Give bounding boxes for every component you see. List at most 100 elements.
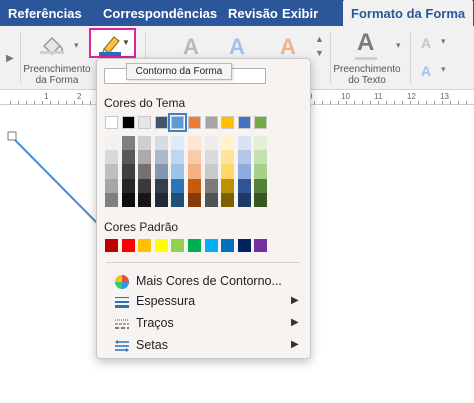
theme-shade-swatch[interactable] [138,150,152,165]
resize-handle[interactable] [7,131,17,141]
wordart-scroll-up-icon[interactable]: ▲ [315,34,324,44]
standard-color-swatch[interactable] [254,239,268,252]
ribbon-scroll-left-icon[interactable]: ▶ [6,53,14,64]
menu-item-label: Mais Cores de Contorno... [136,274,282,288]
theme-shade-swatch[interactable] [138,178,152,193]
text-outline-dropdown-icon[interactable]: ▾ [441,36,446,47]
theme-shade-swatch[interactable] [254,192,268,207]
theme-shade-swatch[interactable] [121,164,135,179]
theme-shade-swatch[interactable] [204,178,218,193]
tab-formato-da-forma[interactable]: Formato da Forma [343,0,474,26]
theme-shade-swatch[interactable] [237,164,251,179]
theme-shade-swatch[interactable] [204,150,218,165]
menu-item-setas[interactable]: Setas ▶ [96,335,311,357]
standard-color-swatch[interactable] [237,239,251,252]
theme-shade-swatch[interactable] [188,150,201,165]
theme-shade-swatch[interactable] [221,164,235,179]
theme-shade-swatch[interactable] [171,136,185,151]
theme-shade-swatch[interactable] [237,150,251,165]
theme-color-swatch[interactable] [204,116,218,129]
theme-shade-swatch[interactable] [221,136,235,151]
theme-color-swatch[interactable] [105,116,118,129]
theme-shade-swatch[interactable] [138,192,152,207]
text-fill-label[interactable]: Preenchimento do Texto [331,64,403,86]
theme-shade-swatch[interactable] [237,178,251,193]
theme-shade-swatch[interactable] [138,164,152,179]
theme-shade-swatch[interactable] [138,136,152,151]
theme-shade-swatch[interactable] [254,178,268,193]
theme-shade-swatch[interactable] [204,164,218,179]
text-effects-icon[interactable]: A [421,60,431,82]
theme-shade-swatch[interactable] [188,136,201,151]
standard-color-swatch[interactable] [171,239,185,252]
theme-shade-swatch[interactable] [105,178,118,193]
ruler-number: 10 [341,92,350,101]
paint-bucket-icon[interactable] [38,32,70,56]
theme-shade-swatch[interactable] [188,164,201,179]
theme-shade-swatch[interactable] [154,164,168,179]
standard-color-swatch[interactable] [221,239,235,252]
theme-shade-swatch[interactable] [154,136,168,151]
text-fill-dropdown-icon[interactable]: ▾ [396,40,401,51]
fill-dropdown-icon[interactable]: ▾ [74,40,79,51]
theme-shade-swatch[interactable] [254,150,268,165]
theme-shade-swatch[interactable] [188,178,201,193]
theme-shade-swatch[interactable] [154,150,168,165]
standard-color-swatch[interactable] [138,239,152,252]
theme-color-swatch[interactable] [121,116,135,129]
shape-outline-button[interactable]: ▼ [89,28,136,58]
tab-exibir[interactable]: Exibir [282,0,318,26]
theme-shade-swatch[interactable] [154,192,168,207]
standard-color-swatch[interactable] [204,239,218,252]
theme-shade-swatch[interactable] [105,150,118,165]
tab-referencias[interactable]: Referências [8,0,82,26]
theme-shade-swatch[interactable] [237,136,251,151]
theme-color-swatch[interactable] [138,116,152,129]
theme-shade-swatch[interactable] [105,136,118,151]
menu-item-mais-cores[interactable]: Mais Cores de Contorno... [96,271,311,293]
theme-color-swatch[interactable] [154,116,168,129]
theme-shade-swatch[interactable] [154,178,168,193]
tab-correspondencias[interactable]: Correspondências [103,0,217,26]
theme-color-swatch[interactable] [188,116,201,129]
text-outline-icon[interactable]: A [421,32,431,54]
theme-color-swatch[interactable] [237,116,251,129]
theme-shade-swatch[interactable] [121,178,135,193]
theme-color-swatch[interactable] [254,116,268,129]
theme-shade-swatch[interactable] [171,178,185,193]
ruler-tick [10,101,11,105]
theme-shade-swatch[interactable] [237,192,251,207]
theme-shade-swatch[interactable] [254,136,268,151]
theme-color-swatch[interactable] [221,116,235,129]
text-fill-icon[interactable]: A [357,31,374,55]
text-effects-dropdown-icon[interactable]: ▾ [441,64,446,75]
standard-color-swatch[interactable] [188,239,201,252]
wordart-style-gray[interactable]: A [183,36,199,58]
theme-color-swatch[interactable] [168,113,188,132]
theme-shade-swatch[interactable] [171,150,185,165]
theme-shade-swatch[interactable] [221,150,235,165]
menu-item-tracos[interactable]: Traços ▶ [96,313,311,335]
theme-shade-swatch[interactable] [105,164,118,179]
wordart-scroll-down-icon[interactable]: ▼ [315,48,324,58]
theme-shade-swatch[interactable] [221,192,235,207]
theme-shade-swatch[interactable] [171,164,185,179]
theme-shade-swatch[interactable] [204,136,218,151]
theme-shade-swatch[interactable] [121,150,135,165]
theme-shade-swatch[interactable] [121,136,135,151]
theme-shade-swatch[interactable] [204,192,218,207]
wordart-style-orange[interactable]: A [280,36,296,58]
wordart-style-blue[interactable]: A [229,36,245,58]
tab-revisao[interactable]: Revisão [228,0,278,26]
standard-color-swatch[interactable] [105,239,118,252]
shape-fill-label[interactable]: Preenchimento da Forma [20,64,94,86]
standard-color-swatch[interactable] [154,239,168,252]
theme-shade-swatch[interactable] [121,192,135,207]
theme-shade-swatch[interactable] [254,164,268,179]
theme-shade-swatch[interactable] [171,192,185,207]
theme-shade-swatch[interactable] [221,178,235,193]
standard-color-swatch[interactable] [121,239,135,252]
menu-item-espessura[interactable]: Espessura ▶ [96,291,311,313]
theme-shade-swatch[interactable] [188,192,201,207]
theme-shade-swatch[interactable] [105,192,118,207]
